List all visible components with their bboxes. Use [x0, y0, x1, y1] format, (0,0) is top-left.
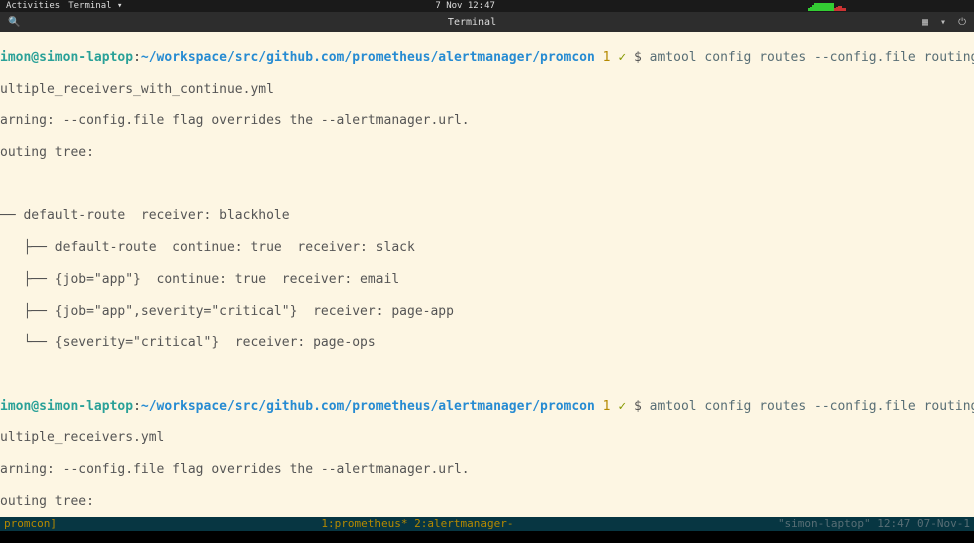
tmux-statusbar: promcon] 1:prometheus* 2:alertmanager- "…: [0, 517, 974, 531]
tree1-child-4: └── {severity="critical"} receiver: page…: [0, 335, 974, 351]
window-title: Terminal: [22, 17, 922, 28]
gnome-topbar: Activities Terminal ▾ 7 Nov 12:47: [0, 0, 974, 12]
terminal-menu[interactable]: Terminal ▾: [68, 1, 122, 11]
system-monitor-graph[interactable]: [808, 1, 968, 11]
terminal-body[interactable]: imon@simon-laptop:~/workspace/src/github…: [0, 32, 974, 531]
blank: [0, 367, 974, 383]
statusbar-session: promcon]: [4, 517, 57, 530]
window-header: 🔍 Terminal ▦ ▾ ⏻: [0, 12, 974, 32]
cmd1-wrap: ultiple_receivers_with_continue.yml: [0, 82, 974, 98]
tree1-child-1: ├── default-route continue: true receive…: [0, 240, 974, 256]
cmd2-tree-header: outing tree:: [0, 494, 974, 510]
statusbar-windows[interactable]: 1:prometheus* 2:alertmanager-: [57, 517, 778, 530]
prompt-line-2: imon@simon-laptop:~/workspace/src/github…: [0, 399, 974, 415]
statusbar-host-time: "simon-laptop" 12:47 07-Nov-1: [778, 517, 970, 530]
cmd2-warning: arning: --config.file flag overrides the…: [0, 462, 974, 478]
cmd2-wrap: ultiple_receivers.yml: [0, 430, 974, 446]
window-menu-icon[interactable]: ▦: [922, 17, 928, 28]
tree1-child-2: ├── {job="app"} continue: true receiver:…: [0, 272, 974, 288]
blank: [0, 177, 974, 193]
activities-button[interactable]: Activities: [6, 1, 60, 11]
topbar-left: Activities Terminal ▾: [6, 1, 122, 11]
window-minimize-icon[interactable]: ▾: [940, 17, 946, 28]
cmd1-warning: arning: --config.file flag overrides the…: [0, 113, 974, 129]
topbar-datetime[interactable]: 7 Nov 12:47: [122, 1, 808, 11]
search-icon[interactable]: 🔍: [8, 17, 22, 28]
tree1-child-3: ├── {job="app",severity="critical"} rece…: [0, 304, 974, 320]
tree1-root: ── default-route receiver: blackhole: [0, 208, 974, 224]
window-close-icon[interactable]: ⏻: [958, 17, 966, 28]
cmd1-tree-header: outing tree:: [0, 145, 974, 161]
prompt-line-1: imon@simon-laptop:~/workspace/src/github…: [0, 50, 974, 66]
window-controls: ▦ ▾ ⏻: [922, 17, 966, 28]
